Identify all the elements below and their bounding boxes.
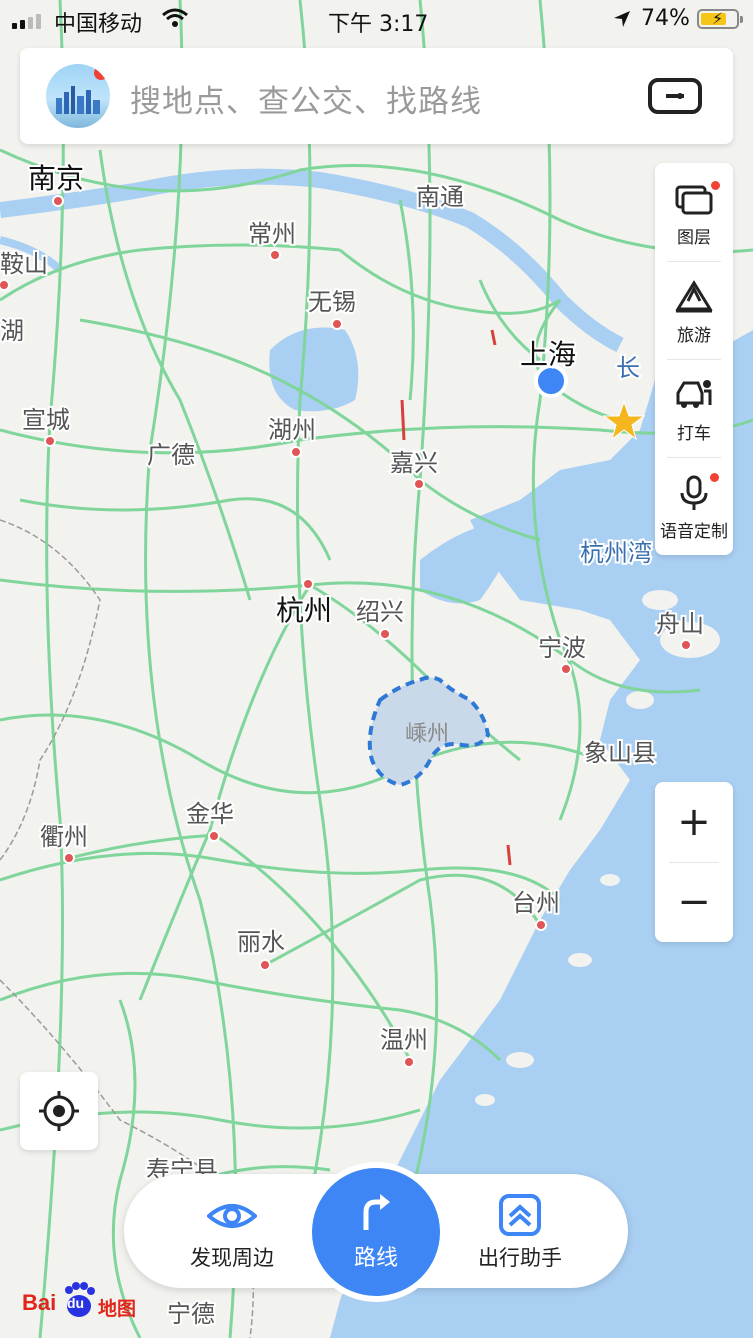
city-label-taizhou: 台州 bbox=[512, 889, 560, 917]
battery-percent: 74% bbox=[641, 6, 690, 31]
status-bar: 中国移动 下午 3:17 74% ⚡ bbox=[0, 0, 753, 40]
eye-icon bbox=[207, 1204, 257, 1228]
location-arrow-icon bbox=[612, 9, 632, 35]
route-button[interactable]: 路线 bbox=[306, 1162, 446, 1302]
city-label-guangde: 广德 bbox=[147, 441, 195, 469]
city-label-lishui: 丽水 bbox=[237, 928, 285, 956]
city-label-shengzhou: 嵊州 bbox=[405, 722, 449, 747]
city-label-ningde: 宁德 bbox=[167, 1300, 215, 1328]
notification-dot bbox=[94, 66, 108, 80]
city-label-quzhou: 衢州 bbox=[40, 823, 88, 851]
city-label-huzhou: 湖州 bbox=[268, 416, 316, 444]
city-label-changzhou: 常州 bbox=[248, 220, 296, 248]
wifi-icon bbox=[162, 8, 188, 34]
city-label-jinhua: 金华 bbox=[186, 800, 234, 828]
taxi-icon bbox=[676, 380, 712, 408]
city-label-wuxi: 无锡 bbox=[308, 288, 356, 316]
city-label-maanshan: 鞍山 bbox=[0, 250, 48, 278]
signal-icon bbox=[12, 14, 41, 29]
microphone-icon bbox=[680, 475, 708, 510]
city-label-zhoushan: 舟山 bbox=[656, 610, 704, 638]
zoom-out-button[interactable]: − bbox=[655, 862, 733, 942]
city-label-ningbo: 宁波 bbox=[538, 634, 586, 662]
water-label-hangzhouwan: 杭州湾 bbox=[580, 539, 652, 567]
status-time: 下午 3:17 bbox=[328, 12, 429, 37]
discover-nearby-button[interactable]: 发现周边 bbox=[157, 1192, 307, 1272]
taxi-button[interactable]: 打车 bbox=[655, 359, 733, 457]
city-label-hangzhou: 杭州 bbox=[276, 594, 332, 627]
layers-notification-dot bbox=[711, 181, 720, 190]
city-label-hu: 湖 bbox=[0, 317, 24, 345]
taxi-label: 打车 bbox=[677, 424, 711, 444]
city-label-shanghai: 上海 bbox=[520, 338, 576, 371]
route-arrow-icon bbox=[363, 1194, 390, 1230]
carrier-name: 中国移动 bbox=[54, 12, 143, 37]
zoom-controls: + − bbox=[655, 782, 733, 942]
city-label-shaoxing: 绍兴 bbox=[356, 598, 404, 626]
locate-icon bbox=[39, 1091, 79, 1131]
city-label-jiaxing: 嘉兴 bbox=[390, 449, 438, 477]
search-bar[interactable]: 搜地点、查公交、找路线 bbox=[20, 48, 733, 144]
map-canvas[interactable]: 南京 南通 常州 鞍山 无锡 湖 上海 长 宣城 湖州 广德 嘉兴 杭州湾 杭州… bbox=[0, 0, 753, 1338]
side-panel: 图层 旅游 打车 语音定制 bbox=[655, 163, 733, 555]
baidu-map-logo: Bai du 地图 bbox=[22, 1282, 152, 1324]
layers-button[interactable]: 图层 bbox=[655, 163, 733, 261]
avatar-icon[interactable] bbox=[46, 64, 110, 128]
city-label-nantong: 南通 bbox=[416, 183, 464, 211]
chevron-up-icon bbox=[499, 1194, 541, 1236]
locate-button[interactable] bbox=[20, 1072, 98, 1150]
travel-assistant-button[interactable]: 出行助手 bbox=[445, 1192, 595, 1272]
city-label-xuancheng: 宣城 bbox=[22, 406, 70, 434]
search-input[interactable]: 搜地点、查公交、找路线 bbox=[130, 76, 482, 121]
travel-button[interactable]: 旅游 bbox=[655, 261, 733, 359]
voice-notification-dot bbox=[710, 473, 719, 482]
scan-icon[interactable] bbox=[648, 78, 702, 114]
discover-nearby-label: 发现周边 bbox=[190, 1246, 274, 1270]
route-label: 路线 bbox=[353, 1246, 398, 1271]
travel-assistant-label: 出行助手 bbox=[478, 1246, 562, 1270]
zoom-in-button[interactable]: + bbox=[655, 782, 733, 862]
voice-custom-label: 语音定制 bbox=[660, 522, 728, 542]
layers-label: 图层 bbox=[677, 228, 711, 248]
battery-charging-icon: ⚡ bbox=[697, 9, 743, 29]
travel-icon bbox=[675, 280, 713, 313]
city-label-nanjing: 南京 bbox=[28, 162, 84, 195]
layers-icon bbox=[675, 185, 713, 215]
voice-custom-button[interactable]: 语音定制 bbox=[655, 457, 733, 555]
city-label-wenzhou: 温州 bbox=[380, 1026, 428, 1054]
city-label-chang: 长 bbox=[616, 354, 640, 382]
city-label-xiangshan: 象山县 bbox=[584, 739, 656, 767]
travel-label: 旅游 bbox=[677, 326, 711, 346]
